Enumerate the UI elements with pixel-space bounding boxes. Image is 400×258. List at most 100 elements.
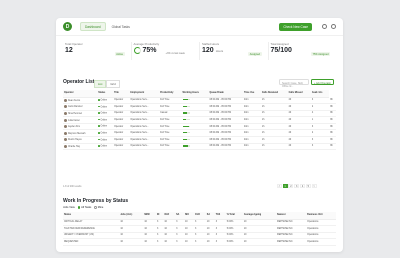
table-cell: 10 (205, 238, 215, 246)
productivity-bar (182, 138, 190, 140)
operator-cell: Carlo Ramirez (63, 103, 98, 111)
status-cell: Online (97, 110, 114, 118)
status-cell: Online (97, 116, 114, 124)
operator-cell: Dean Kerns (63, 97, 98, 105)
table-row[interactable]: Jayden Kim Online Operator Operations Serv.… (63, 123, 336, 131)
view-list-button[interactable]: List (94, 80, 107, 88)
search-input[interactable]: Search Case, Skill, Office Id... (279, 79, 309, 88)
view-toggle: List Grid (94, 80, 120, 88)
filter-all-tasks[interactable]: All Tasks (77, 206, 91, 209)
column-header[interactable]: Average Ageing (242, 212, 277, 220)
column-header[interactable]: Status (63, 212, 120, 220)
table-row[interactable]: Carlo Ramirez Online Operator Operations Se… (63, 103, 336, 111)
column-header[interactable]: Working Hours (181, 90, 209, 98)
column-header[interactable]: IN (155, 212, 164, 220)
productivity-bar (182, 125, 190, 127)
table-row[interactable]: TALKTRA NEW REFERENCE 10 10 3 10 3 10 3 10 3 5.00%… (63, 225, 336, 233)
column-header[interactable]: % Total (225, 212, 243, 220)
operator-table: Operator Status Title Employment Productivit… (63, 90, 336, 151)
calls-received-cell: 20 (287, 97, 311, 105)
add-operator-button[interactable]: + Add Operator (311, 79, 335, 85)
stat-average-productivity: Average Productivity 75% +3% vs last wee… (132, 42, 200, 60)
table-cell: Operations (306, 225, 336, 233)
column-header[interactable]: OLD (163, 212, 176, 220)
status-text: Online (100, 119, 108, 122)
operator-cell: Raymon Mensah (63, 129, 98, 138)
app-logo[interactable]: D (63, 22, 72, 31)
title-cell: Operator (113, 97, 130, 105)
column-header[interactable]: Avail. Hrs (310, 90, 330, 98)
table-cell: 5.00% (225, 219, 243, 227)
productivity-cell (181, 129, 209, 138)
column-header[interactable]: TAS (214, 212, 226, 220)
column-header[interactable]: Business Unit (306, 212, 336, 220)
page-button[interactable]: 5 (305, 184, 311, 188)
column-header[interactable]: Calls Received (260, 90, 288, 98)
title-cell: Operator (113, 129, 130, 138)
gear-icon[interactable] (331, 24, 336, 29)
avail-cell: 8h (329, 103, 336, 111)
column-header[interactable]: Time Use (243, 90, 261, 98)
table-row[interactable]: CRITICAL DELAY 10 10 3 10 3 10 3 10 3 5.00% 10 REPHA… (63, 219, 336, 227)
column-header[interactable]: Status (97, 90, 114, 98)
stat-value: 120 (202, 47, 214, 54)
column-header[interactable]: SA (205, 212, 215, 220)
employment-cell: Operations Serv... (129, 123, 160, 131)
check-new-case-button[interactable]: Check New Case (279, 22, 312, 31)
column-header[interactable]: NEW (143, 212, 156, 220)
tab-global-tasks[interactable]: Global Tasks (108, 23, 134, 30)
hours-cell: 08:00 AM - 05:00 PM (208, 116, 244, 124)
operator-list-title: Operator List (63, 79, 95, 85)
hours-cell: 08:00 AM - 05:00 PM (208, 103, 244, 111)
page-button[interactable]: 4 (299, 184, 305, 188)
column-header[interactable]: Productivity (159, 90, 182, 98)
table-row[interactable]: Dustin Hayes Online Operator Operations Ser… (63, 136, 336, 144)
hours-cell: 08:00 AM - 05:00 PM (208, 123, 244, 131)
productivity-cell (181, 116, 209, 124)
column-header[interactable]: Nearest (276, 212, 307, 220)
column-header[interactable]: NIX (184, 212, 195, 220)
table-cell: REPHASE INC (276, 238, 307, 246)
bell-icon[interactable] (322, 24, 327, 29)
status-text: Online (100, 139, 108, 142)
column-header[interactable]: Title (113, 90, 130, 98)
operator-cell: Dustin Hayes (63, 136, 98, 144)
table-row[interactable]: Nina Hemmel Online Operator Operations Serv… (63, 110, 336, 118)
filter-mine[interactable]: Mine (94, 206, 103, 209)
page-button[interactable]: > (311, 184, 317, 188)
table-row[interactable]: REQUESTED 10 10 3 10 3 10 3 10 3 5.00% 10 REPHASE IN… (63, 238, 336, 246)
break-cell: 40m (243, 123, 261, 131)
productivity-cell (181, 136, 209, 144)
calls-received-cell: 20 (287, 103, 311, 111)
page-button[interactable]: < (276, 184, 282, 188)
column-header[interactable]: Employment (129, 90, 160, 98)
break-cell: 40m (243, 103, 261, 111)
break-cell: 40m (243, 129, 261, 138)
column-header[interactable]: Jobs (ALL) (119, 212, 144, 220)
stat-sub: +3% vs last week (165, 52, 185, 55)
view-grid-button[interactable]: Grid (106, 80, 120, 88)
table-row[interactable]: Raymon Mensah Online Operator Operations Se… (63, 129, 336, 138)
productivity-bar (182, 99, 190, 101)
table-cell: 10 (119, 219, 144, 227)
column-header[interactable]: Operator (63, 90, 98, 98)
page-button[interactable]: 1 (282, 184, 288, 188)
table-row[interactable]: Charlie Hay Online Operator Operations Serv… (63, 143, 336, 151)
table-row[interactable]: Julia Carter Online Operator Operations Ser… (63, 116, 336, 124)
table-row[interactable]: Dean Kerns Online Operator Operations Serv.… (63, 97, 336, 105)
table-cell: 3 (214, 225, 226, 233)
column-header[interactable]: OLD (194, 212, 206, 220)
page-button[interactable]: 2 (288, 184, 294, 188)
column-header[interactable]: Queue Break (208, 90, 244, 98)
table-cell: Operations (306, 238, 336, 246)
avatar (64, 111, 67, 115)
page-button[interactable]: 3 (294, 184, 300, 188)
employment-cell: Operations Serv... (129, 143, 160, 151)
column-header[interactable]: Calls Missed (287, 90, 311, 98)
table-row[interactable]: URGENT / OVERMUST (US) 10 10 3 10 3 10 3 10 3 5.00… (63, 232, 336, 240)
stat-total-operator: Total Operator 12 Active (63, 42, 132, 60)
column-header[interactable]: SA (175, 212, 185, 220)
time-use-cell: 1h (260, 129, 288, 138)
table-cell: 3 (194, 225, 206, 233)
tab-dashboard[interactable]: Dashboard (80, 21, 106, 32)
